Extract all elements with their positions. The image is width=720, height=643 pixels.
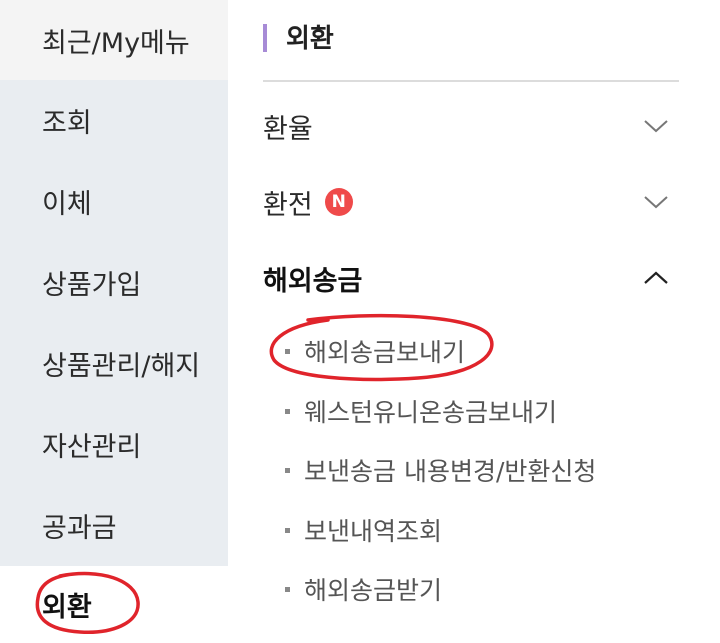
sub-item-sent-history[interactable]: 보낸내역조회 [285,508,442,552]
sidebar-item-label: 이체 [42,188,92,220]
main-panel: 외환 환율 환전 N 해외송금 해외송금보내기 웨스턴유니온송금보내기 보낸송금… [228,0,720,643]
sub-item-western-union[interactable]: 웨스턴유니온송금보내기 [285,389,557,433]
title-accent-bar [263,24,267,52]
sidebar-item-product-signup[interactable]: 상품가입 [0,242,228,322]
sidebar-item-label: 상품관리/해지 [42,350,201,382]
sub-item-receive-remittance[interactable]: 해외송금받기 [285,567,442,611]
title-divider [263,80,679,82]
sidebar-item-label: 상품가입 [42,269,142,301]
sub-item-label: 웨스턴유니온송금보내기 [304,398,558,427]
sidebar-item-transfer[interactable]: 이체 [0,161,228,241]
sub-item-label: 보낸송금 내용변경/반환신청 [304,457,597,486]
sidebar-item-asset-manage[interactable]: 자산관리 [0,404,228,484]
sidebar-item-recent[interactable]: 최근/My메뉴 [0,0,228,80]
bullet-icon [285,408,290,414]
bullet-icon [285,527,290,533]
sidebar-item-product-manage[interactable]: 상품관리/해지 [0,323,228,403]
sidebar-item-utility-bills[interactable]: 공과금 [0,485,228,565]
chevron-up-icon [644,271,668,284]
accordion-exchange-rate[interactable]: 환율 [263,96,679,156]
sidebar-item-label: 조회 [42,107,92,139]
accordion-label: 환율 [263,113,313,145]
sidebar-item-inquiry[interactable]: 조회 [0,80,228,160]
sidebar-item-label: 최근/My메뉴 [42,27,190,59]
accordion-label: 환전 [263,189,313,221]
bullet-icon [285,586,290,592]
accordion-label-wrap: 환전 N [263,183,353,222]
sub-item-label: 해외송금보내기 [304,338,466,367]
chevron-down-icon [644,196,668,209]
sidebar-item-forex[interactable]: 외환 [0,566,228,643]
accordion-currency-exchange[interactable]: 환전 N [263,172,679,232]
sidebar-item-label: 공과금 [42,512,117,544]
sub-item-change-return[interactable]: 보낸송금 내용변경/반환신청 [285,448,596,492]
sub-item-send-remittance[interactable]: 해외송금보내기 [285,329,465,373]
page-title: 외환 [286,24,334,54]
sub-item-label: 보낸내역조회 [304,517,443,546]
sidebar-item-label: 자산관리 [42,431,142,463]
sidebar: 최근/My메뉴 조회 이체 상품가입 상품관리/해지 자산관리 공과금 외환 [0,0,228,643]
sidebar-item-label: 외환 [42,592,92,623]
new-badge: N [324,188,353,216]
bullet-icon [285,348,290,354]
bullet-icon [285,467,290,473]
accordion-overseas-remittance[interactable]: 해외송금 [263,248,679,308]
accordion-label: 해외송금 [263,265,363,297]
chevron-down-icon [644,120,668,133]
sub-item-label: 해외송금받기 [304,576,443,605]
